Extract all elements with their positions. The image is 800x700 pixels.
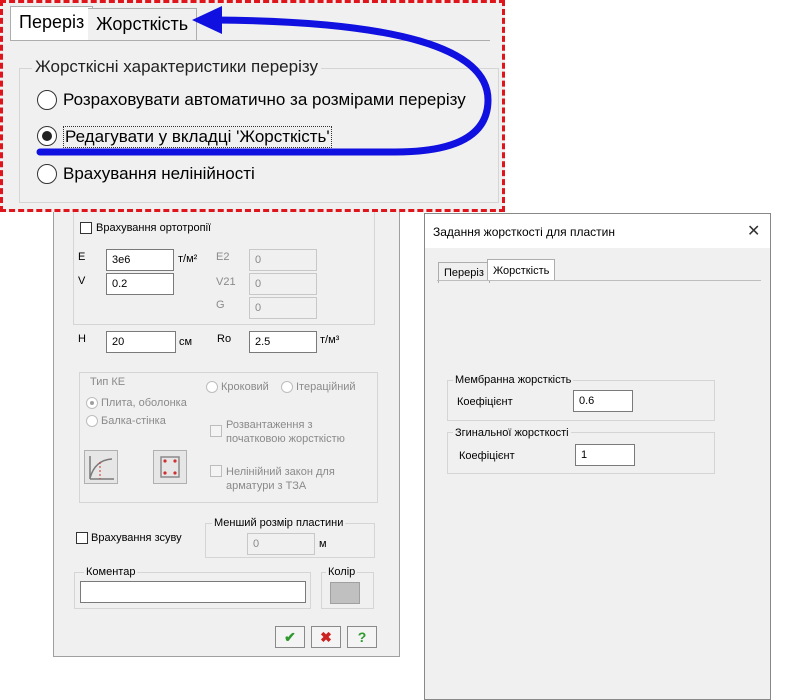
E2-label: E2: [216, 251, 230, 263]
tab-panel-border: [437, 280, 761, 281]
membrane-coef-input[interactable]: 0.6: [573, 390, 633, 412]
orthotropy-label: Врахування ортотропії: [96, 222, 212, 234]
G-input[interactable]: 0: [249, 297, 317, 319]
section-reinforcement-button[interactable]: [153, 450, 187, 484]
nonlinear-law-label: Нелінійний закон для арматури з ТЗА: [226, 466, 335, 492]
tab-stiffness[interactable]: Жорсткість: [487, 259, 556, 281]
step-method-radio[interactable]: [206, 381, 218, 393]
H-unit: см: [179, 336, 193, 348]
bending-title: Згинальної жорсткості: [453, 427, 571, 439]
min-size-input[interactable]: 0: [247, 533, 315, 555]
color-swatch[interactable]: [330, 582, 360, 604]
zoom-callout: Переріз Жорсткість Жорсткісні характерис…: [0, 0, 505, 212]
cancel-button[interactable]: ✖: [311, 626, 341, 648]
fe-plate-radio[interactable]: [86, 397, 98, 409]
membrane-coef-label: Коефіцієнт: [457, 396, 513, 408]
Ro-input[interactable]: 2.5: [249, 331, 317, 353]
fe-plate-label: Плита, оболонка: [101, 397, 187, 409]
unload-checkbox[interactable]: [210, 425, 222, 437]
color-title: Колір: [326, 566, 358, 578]
blue-arrow: [36, 6, 492, 156]
min-size-title: Менший розмір пластини: [212, 517, 346, 529]
bending-coef-label: Коефіцієнт: [459, 450, 515, 462]
unload-label: Розвантаження з початковою жорсткістю: [226, 419, 345, 445]
dialog-titlebar: Задання жорсткості для пластин: [425, 214, 770, 248]
Ro-label: Ro: [217, 333, 232, 345]
E-label: E: [78, 251, 86, 263]
fe-beam-label: Балка-стінка: [101, 415, 166, 427]
iter-method-radio[interactable]: [281, 381, 293, 393]
stiffness-dialog-left: Врахування ортотропії E 3e6 т/м² V 0.2 E…: [53, 200, 400, 657]
H-label: H: [78, 333, 86, 345]
shear-label: Врахування зсуву: [91, 532, 182, 544]
Ro-unit: т/м³: [320, 334, 340, 346]
V21-label: V21: [216, 276, 236, 288]
V-input[interactable]: 0.2: [106, 273, 174, 295]
step-method-label: Кроковий: [221, 381, 269, 393]
close-icon[interactable]: ✕: [747, 221, 760, 241]
bending-coef-input[interactable]: 1: [575, 444, 635, 466]
E-input[interactable]: 3e6: [106, 249, 174, 271]
plate-stiffness-dialog: Задання жорсткості для пластин ✕ Переріз…: [424, 213, 771, 700]
V-label: V: [78, 275, 86, 287]
min-size-unit: м: [319, 538, 327, 550]
membrane-title: Мембранна жорсткість: [453, 374, 574, 386]
orthotropy-checkbox[interactable]: [80, 222, 92, 234]
ok-button[interactable]: ✔: [275, 626, 305, 648]
fe-beam-radio[interactable]: [86, 415, 98, 427]
fe-type-title: Тип КЕ: [88, 376, 128, 388]
comment-input[interactable]: [80, 581, 306, 603]
dialog-title: Задання жорсткості для пластин: [433, 225, 615, 239]
stress-strain-diagram-button[interactable]: [84, 450, 118, 484]
G-label: G: [216, 299, 225, 311]
stress-strain-icon: [89, 456, 114, 480]
nonlinear-law-checkbox[interactable]: [210, 465, 222, 477]
help-button[interactable]: ?: [347, 626, 377, 648]
iter-method-label: Ітераційний: [296, 381, 356, 393]
E-unit: т/м²: [178, 253, 198, 265]
H-input[interactable]: 20: [106, 331, 176, 353]
comment-title: Коментар: [84, 566, 138, 578]
shear-checkbox[interactable]: [76, 532, 88, 544]
rebar-section-icon: [160, 456, 180, 478]
E2-input[interactable]: 0: [249, 249, 317, 271]
V21-input[interactable]: 0: [249, 273, 317, 295]
